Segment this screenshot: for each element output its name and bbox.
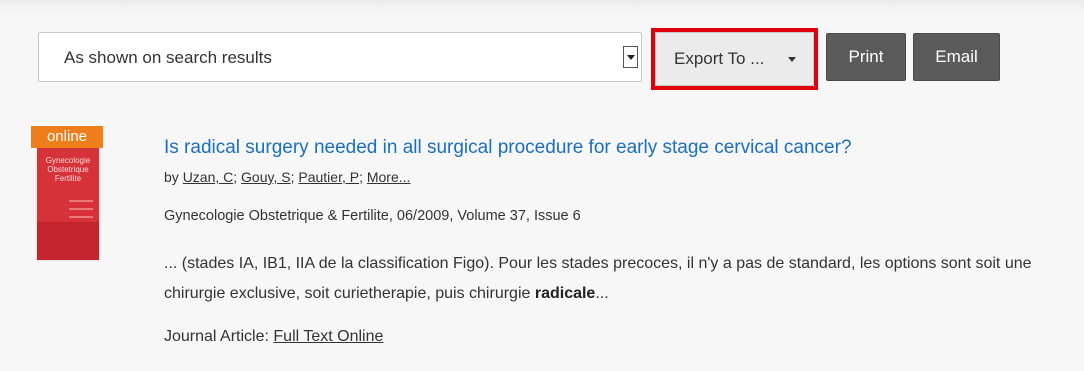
author-link[interactable]: Uzan, C xyxy=(183,169,234,185)
content-type-line: Journal Article: Full Text Online xyxy=(164,328,383,346)
author-link[interactable]: Gouy, S xyxy=(241,169,291,185)
result-title-link[interactable]: Is radical surgery needed in all surgica… xyxy=(164,137,852,159)
email-button[interactable]: Email xyxy=(913,33,1000,81)
full-text-online-link[interactable]: Full Text Online xyxy=(273,328,383,345)
print-button[interactable]: Print xyxy=(826,33,906,81)
cover-decoration xyxy=(69,200,93,202)
cover-decoration xyxy=(69,216,93,218)
cover-decoration xyxy=(69,208,93,210)
snippet-highlight: radicale xyxy=(534,285,596,302)
caret-down-icon xyxy=(788,57,796,62)
author-link[interactable]: Pautier, P xyxy=(298,169,359,185)
by-label: by xyxy=(164,169,179,185)
publication-info: Gynecologie Obstetrique & Fertilite, 06/… xyxy=(164,208,581,224)
dropdown-arrow-icon[interactable] xyxy=(623,46,638,68)
export-scope-select[interactable]: As shown on search results xyxy=(38,32,642,82)
export-to-button[interactable]: Export To ... xyxy=(651,28,818,90)
result-snippet: ... (stades IA, IB1, IIA de la classific… xyxy=(164,249,1074,309)
content-type-label: Journal Article: xyxy=(164,328,269,345)
authors-line: by Uzan, C; Gouy, S; Pautier, P; More... xyxy=(164,169,411,185)
online-badge: online xyxy=(31,126,103,148)
more-authors-link[interactable]: More... xyxy=(367,169,411,185)
snippet-ellipsis: ... xyxy=(595,285,609,302)
export-to-label: Export To ... xyxy=(674,49,765,68)
cover-text: Gynecologie Obstetrique Fertilite xyxy=(45,156,91,183)
select-value: As shown on search results xyxy=(64,48,272,67)
